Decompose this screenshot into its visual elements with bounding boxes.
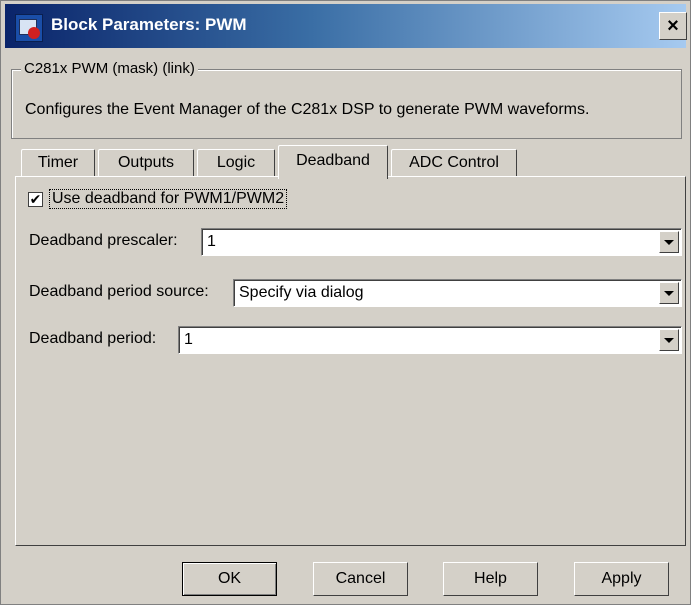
use-deadband-label[interactable]: Use deadband for PWM1/PWM2 (49, 189, 288, 209)
deadband-period-source-label: Deadband period source: (29, 283, 209, 300)
deadband-prescaler-select[interactable]: 1 (201, 228, 682, 256)
title-bar[interactable]: Block Parameters: PWM × (5, 4, 687, 48)
window-title: Block Parameters: PWM (51, 15, 247, 34)
deadband-period-value: 1 (184, 331, 193, 348)
mask-description: Configures the Event Manager of the C281… (25, 101, 590, 118)
tab-timer[interactable]: Timer (21, 149, 95, 177)
help-button[interactable]: Help (443, 562, 538, 596)
chevron-down-icon[interactable] (659, 282, 679, 304)
deadband-period-label: Deadband period: (29, 330, 157, 347)
ok-button[interactable]: OK (182, 562, 277, 596)
block-parameters-dialog: Block Parameters: PWM × C281x PWM (mask)… (0, 0, 691, 605)
cancel-button[interactable]: Cancel (313, 562, 408, 596)
deadband-period-source-select[interactable]: Specify via dialog (233, 279, 682, 307)
use-deadband-checkbox[interactable]: ✔ (28, 192, 43, 207)
chevron-down-icon[interactable] (659, 231, 679, 253)
tab-outputs[interactable]: Outputs (98, 149, 194, 177)
deadband-period-source-value: Specify via dialog (239, 284, 364, 301)
chevron-down-icon[interactable] (659, 329, 679, 351)
tab-logic[interactable]: Logic (197, 149, 275, 177)
simulink-block-icon (15, 14, 43, 42)
deadband-prescaler-value: 1 (207, 233, 216, 250)
deadband-period-select[interactable]: 1 (178, 326, 682, 354)
close-icon[interactable]: × (659, 12, 687, 40)
deadband-prescaler-label: Deadband prescaler: (29, 232, 178, 249)
tab-deadband[interactable]: Deadband (278, 145, 388, 179)
group-legend: C281x PWM (mask) (link) (21, 60, 198, 77)
apply-button[interactable]: Apply (574, 562, 669, 596)
tab-adc-control[interactable]: ADC Control (391, 149, 517, 177)
